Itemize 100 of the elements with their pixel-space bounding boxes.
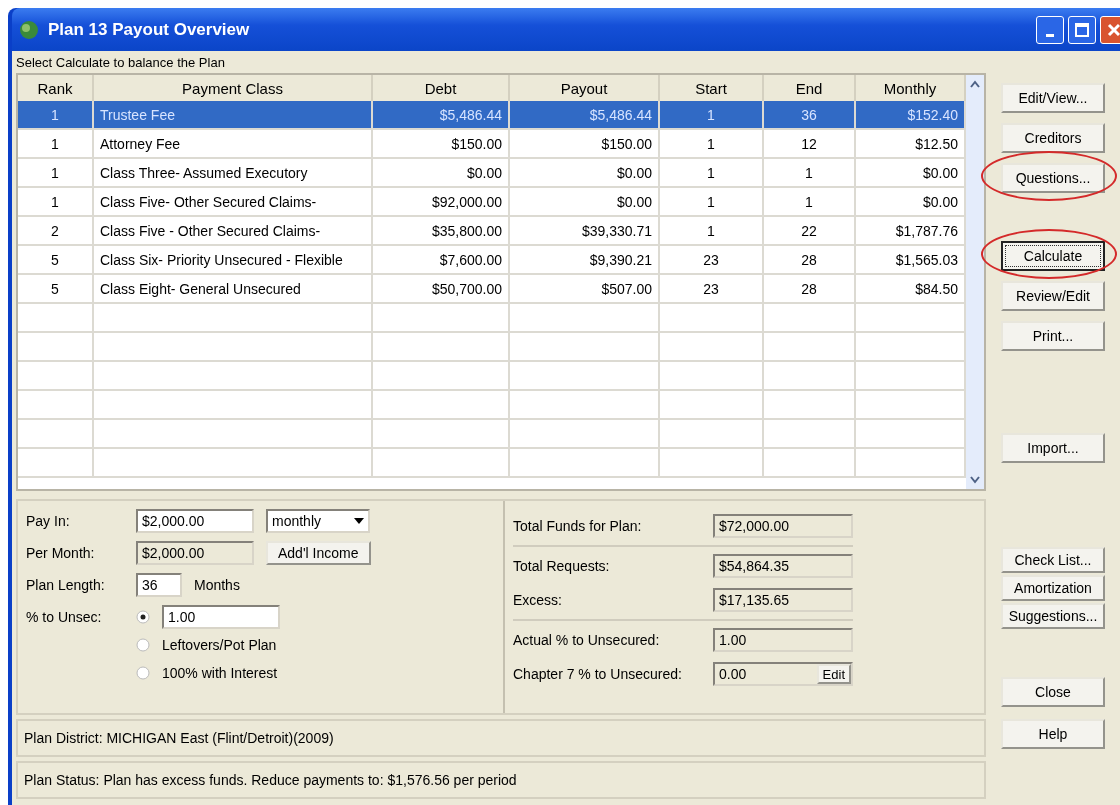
table-cell: 1 (660, 217, 764, 244)
table-cell: 1 (18, 188, 94, 215)
field-label: Plan Length: (26, 576, 106, 595)
table-cell: 1 (660, 159, 764, 186)
table-cell: $150.00 (510, 130, 660, 157)
total-label: Actual % to Unsecured: (513, 632, 661, 648)
table-cell: Class Eight- General Unsecured (94, 275, 373, 302)
total-label: Chapter 7 % to Unsecured: (513, 666, 683, 682)
total-value-field: $72,000.00 (713, 514, 853, 538)
table-cell: $0.00 (510, 188, 660, 215)
frequency-dropdown[interactable]: monthly (266, 509, 370, 533)
action-button[interactable]: Help (1001, 719, 1105, 749)
total-value-field: $17,135.65 (713, 588, 853, 612)
unit-label: Months (194, 577, 240, 593)
table-cell: $35,800.00 (373, 217, 510, 244)
app-icon (18, 18, 40, 41)
total-value-field: $54,864.35 (713, 554, 853, 578)
radio-button[interactable] (136, 666, 150, 680)
table-cell: 5 (18, 246, 94, 273)
table-cell: Class Five - Other Secured Claims- (94, 217, 373, 244)
total-value-field: 0.00 Edit (713, 662, 853, 686)
action-button[interactable]: Review/Edit (1001, 281, 1105, 311)
action-button[interactable]: Suggestions... (1001, 603, 1105, 629)
minimize-icon (1046, 34, 1054, 37)
table-cell: 23 (660, 246, 764, 273)
total-label: Total Funds for Plan: (513, 518, 643, 534)
table-cell: 1 (18, 130, 94, 157)
table-cell: 1 (660, 130, 764, 157)
pay-in-field[interactable]: $2,000.00 (136, 509, 254, 533)
table-cell: 2 (18, 217, 94, 244)
table-cell: $7,600.00 (373, 246, 510, 273)
table-cell: 1 (764, 159, 856, 186)
action-button[interactable]: Import... (1001, 433, 1105, 463)
table-cell: $507.00 (510, 275, 660, 302)
table-row[interactable]: 1 Class Five- Other Secured Claims- $92,000.00 $0.00 1 1 $0.00 (18, 188, 966, 217)
field-label: Per Month: (26, 544, 96, 563)
field-label: Pay In: (26, 512, 71, 531)
radio-button[interactable] (136, 638, 150, 652)
table-cell: $0.00 (510, 159, 660, 186)
table-cell: $150.00 (373, 130, 510, 157)
field-label: % to Unsec: (26, 608, 103, 627)
scroll-down-icon[interactable] (969, 475, 981, 485)
table-cell: 1 (18, 101, 94, 128)
table-cell: 22 (764, 217, 856, 244)
total-label: Excess: (513, 592, 563, 608)
scroll-up-icon[interactable] (969, 79, 981, 89)
table-cell: 28 (764, 275, 856, 302)
minimize-button[interactable] (1036, 15, 1064, 44)
total-label: Total Requests: (513, 558, 611, 574)
table-cell: $9,390.21 (510, 246, 660, 273)
total-value-field: 1.00 (713, 628, 853, 652)
table-cell: Trustee Fee (94, 101, 373, 128)
table-row[interactable]: 1 Attorney Fee $150.00 $150.00 1 12 $12.50 (18, 130, 966, 159)
add-income-button[interactable]: Add'l Income (266, 541, 371, 565)
action-button[interactable]: Check List... (1001, 547, 1105, 573)
maximize-icon (1075, 22, 1089, 37)
radio-button[interactable] (136, 610, 150, 624)
table-cell: 23 (660, 275, 764, 302)
table-cell: $92,000.00 (373, 188, 510, 215)
action-button[interactable]: Edit/View... (1001, 83, 1105, 113)
close-icon (1107, 22, 1120, 37)
dropdown-arrow-icon (354, 518, 364, 524)
table-cell: Class Five- Other Secured Claims- (94, 188, 373, 215)
table-cell: $0.00 (373, 159, 510, 186)
close-button[interactable] (1100, 15, 1120, 44)
table-cell: 28 (764, 246, 856, 273)
action-button[interactable]: Print... (1001, 321, 1105, 351)
table-row[interactable]: 1 Trustee Fee $5,486.44 $5,486.44 1 36 $152.40 (18, 101, 966, 130)
district-text: Plan District: MICHIGAN East (Flint/Detroit)(2009) (24, 730, 334, 746)
maximize-button[interactable] (1068, 15, 1096, 44)
table-row[interactable]: 2 Class Five - Other Secured Claims- $35,800.00 $39,330.71 1 22 $1,787.76 (18, 217, 966, 246)
table-cell: $50,700.00 (373, 275, 510, 302)
table-row[interactable]: 1 Class Three- Assumed Executory $0.00 $0.00 1 1 $0.00 (18, 159, 966, 188)
action-button[interactable]: Amortization (1001, 575, 1105, 601)
table-row[interactable]: 5 Class Eight- General Unsecured $50,700.00 $507.00 23 28 $84.50 (18, 275, 966, 304)
percent-field[interactable]: 1.00 (162, 605, 280, 629)
table-cell: 1 (660, 101, 764, 128)
action-button[interactable]: Calculate (1001, 241, 1105, 271)
status-text: Plan Status: Plan has excess funds. Reduce payments to: $1,576.56 per period (24, 772, 517, 788)
table-cell: $5,486.44 (373, 101, 510, 128)
radio-label: Leftovers/Pot Plan (162, 637, 277, 653)
scrollbar[interactable] (966, 75, 984, 489)
action-button[interactable]: Creditors (1001, 123, 1105, 153)
table-cell: $152.40 (856, 101, 966, 128)
table-row[interactable]: 5 Class Six- Priority Unsecured - Flexible $7,600.00 $9,390.21 23 28 $1,565.03 (18, 246, 966, 275)
table-cell: $39,330.71 (510, 217, 660, 244)
action-button[interactable]: Close (1001, 677, 1105, 707)
table-cell: 1 (660, 188, 764, 215)
table-cell: 36 (764, 101, 856, 128)
table-cell: 12 (764, 130, 856, 157)
table-cell: 5 (18, 275, 94, 302)
plan-length-field[interactable]: 36 (136, 573, 182, 597)
radio-label: 100% with Interest (162, 665, 278, 681)
table-cell: Class Three- Assumed Executory (94, 159, 373, 186)
table-cell: Class Six- Priority Unsecured - Flexible (94, 246, 373, 273)
table-cell: 1 (764, 188, 856, 215)
edit-button[interactable]: Edit (816, 664, 851, 684)
per-month-field: $2,000.00 (136, 541, 254, 565)
action-button[interactable]: Questions... (1001, 163, 1105, 193)
table-cell: Attorney Fee (94, 130, 373, 157)
